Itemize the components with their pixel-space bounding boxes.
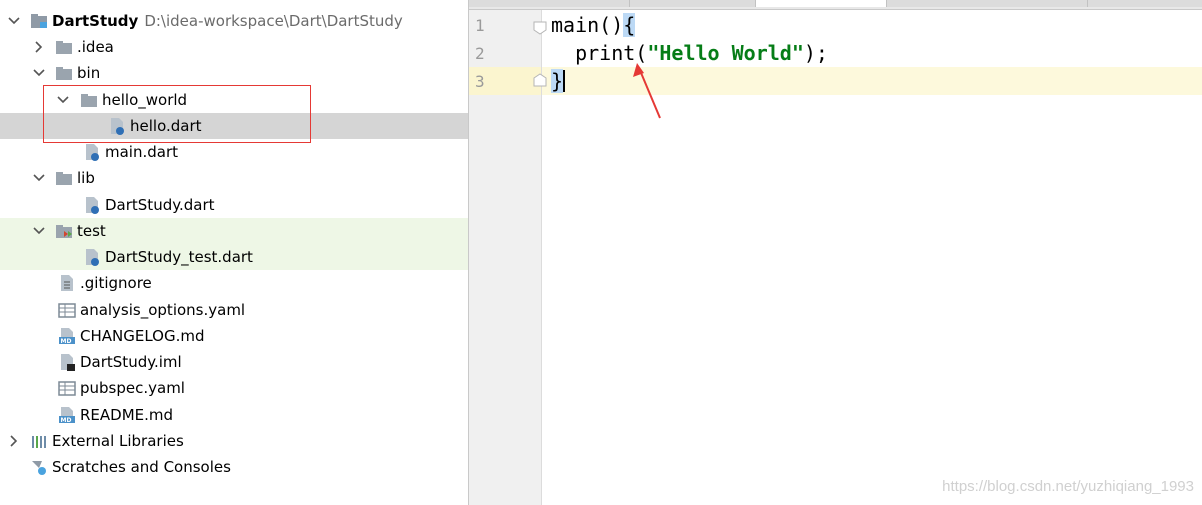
tree-item-label: DartStudy.iml	[80, 353, 182, 371]
fold-marker-icon[interactable]	[533, 72, 547, 87]
chevron-right-icon[interactable]	[8, 435, 20, 447]
chevron-right-icon[interactable]	[33, 41, 45, 53]
text-file-icon	[58, 274, 76, 292]
project-tree-panel: DartStudy D:\idea-workspace\Dart\DartStu…	[0, 0, 469, 505]
test-folder-icon	[55, 222, 73, 240]
folder-icon	[55, 64, 73, 82]
yaml-file-icon	[58, 379, 76, 397]
tree-root-dartstudy[interactable]: DartStudy D:\idea-workspace\Dart\DartStu…	[0, 8, 468, 34]
caret-line-highlight	[469, 67, 1202, 95]
code-line-3: }	[551, 69, 566, 93]
dart-file-icon	[83, 248, 101, 266]
libraries-icon	[30, 432, 48, 450]
chevron-down-icon[interactable]	[33, 225, 45, 237]
code-string-literal: "Hello World"	[647, 41, 804, 65]
module-folder-icon	[30, 12, 48, 30]
tree-item-label: test	[77, 222, 106, 240]
editor-tab[interactable]	[469, 0, 630, 7]
tree-item-label: .gitignore	[80, 274, 152, 292]
tree-item-label: pubspec.yaml	[80, 379, 185, 397]
line-number: 3	[475, 72, 485, 91]
code-line-2: print("Hello World");	[551, 41, 828, 65]
tree-item-dartstudy-dart[interactable]: DartStudy.dart	[0, 192, 468, 218]
tree-item-label: .idea	[77, 38, 114, 56]
iml-file-icon	[58, 353, 76, 371]
tree-item-idea[interactable]: .idea	[0, 34, 468, 60]
chevron-down-icon[interactable]	[8, 15, 20, 27]
tree-item-label: analysis_options.yaml	[80, 301, 246, 319]
editor-tab-active[interactable]	[756, 0, 887, 7]
chevron-down-icon[interactable]	[33, 172, 45, 184]
editor-tab[interactable]	[887, 0, 1088, 7]
tree-item-bin[interactable]: bin	[0, 60, 468, 86]
line-number: 2	[475, 44, 485, 63]
annotation-arrow	[633, 63, 661, 119]
tree-item-lib[interactable]: lib	[0, 165, 468, 191]
svg-text:MD: MD	[61, 338, 72, 345]
tree-item-label: bin	[77, 64, 101, 82]
editor-tab-strip	[469, 0, 1202, 10]
tree-item-dartstudy-test-dart[interactable]: DartStudy_test.dart	[0, 244, 468, 270]
markdown-file-icon: MD	[58, 327, 76, 345]
chevron-down-icon[interactable]	[33, 67, 45, 79]
tree-item-label: DartStudy_test.dart	[105, 248, 253, 266]
code-brace-open: {	[623, 13, 636, 37]
watermark-text: https://blog.csdn.net/yuzhiqiang_1993	[942, 478, 1194, 495]
tree-item-gitignore[interactable]: .gitignore	[0, 270, 468, 296]
dart-file-icon	[83, 196, 101, 214]
tree-item-label: External Libraries	[52, 432, 184, 450]
tree-item-readme[interactable]: MD README.md	[0, 402, 468, 428]
code-statement-end: );	[803, 41, 828, 65]
project-name: DartStudy	[52, 12, 139, 30]
tree-item-analysis-options[interactable]: analysis_options.yaml	[0, 297, 468, 323]
tree-item-scratches[interactable]: Scratches and Consoles	[0, 454, 468, 480]
editor-tab[interactable]	[1088, 0, 1202, 7]
tree-item-changelog[interactable]: MD CHANGELOG.md	[0, 323, 468, 349]
text-caret	[563, 70, 566, 92]
markdown-file-icon: MD	[58, 406, 76, 424]
yaml-file-icon	[58, 301, 76, 319]
tree-item-dartstudy-iml[interactable]: DartStudy.iml	[0, 349, 468, 375]
tree-item-label: Scratches and Consoles	[52, 458, 231, 476]
folder-icon	[55, 38, 73, 56]
tree-item-label: CHANGELOG.md	[80, 327, 205, 345]
tree-item-external-libraries[interactable]: External Libraries	[0, 428, 468, 454]
tree-item-label: lib	[77, 169, 95, 187]
fold-marker-icon[interactable]	[533, 20, 547, 35]
code-function-call: main()	[551, 13, 624, 37]
code-brace-close: }	[551, 69, 564, 93]
annotation-highlight-box	[43, 85, 311, 143]
line-number: 1	[475, 16, 485, 35]
project-path: D:\idea-workspace\Dart\DartStudy	[144, 12, 403, 30]
tree-item-label: README.md	[80, 406, 174, 424]
code-line-1: main(){	[551, 13, 636, 37]
tree-item-label: DartStudy.dart	[105, 196, 215, 214]
tree-item-pubspec[interactable]: pubspec.yaml	[0, 375, 468, 401]
folder-icon	[55, 169, 73, 187]
svg-text:MD: MD	[61, 417, 72, 424]
code-editor[interactable]: 1 2 3 main(){ print("Hello World"); } ht…	[469, 10, 1202, 505]
tree-item-label: main.dart	[105, 143, 179, 161]
dart-file-icon	[83, 143, 101, 161]
tree-item-test[interactable]: test	[0, 218, 468, 244]
scratches-icon	[30, 458, 48, 476]
editor-tab[interactable]	[630, 0, 756, 7]
